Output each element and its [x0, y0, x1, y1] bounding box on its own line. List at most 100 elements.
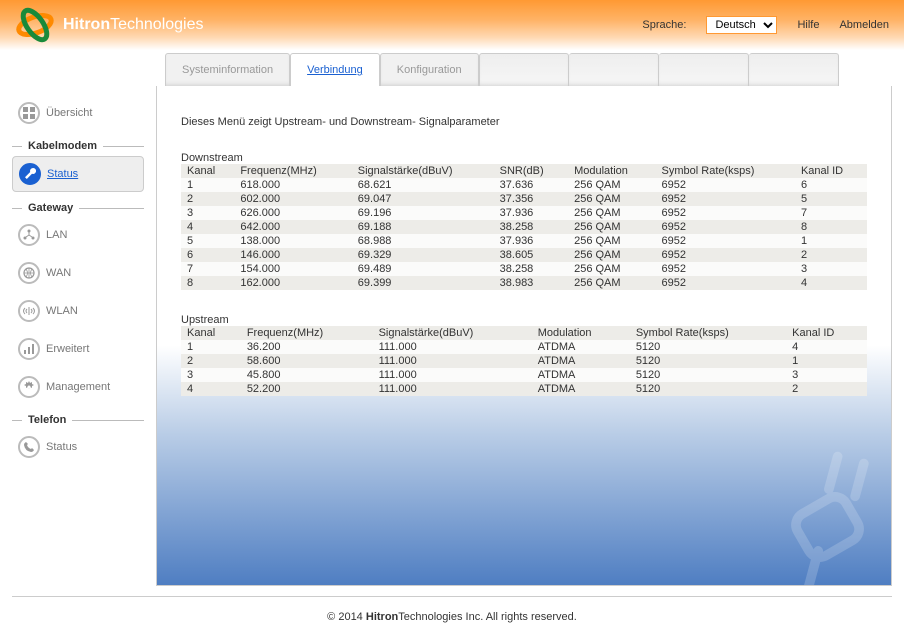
- table-cell: 5120: [630, 354, 786, 368]
- table-row: 2602.00069.04737.356256 QAM69525: [181, 192, 867, 206]
- network-icon: [18, 224, 40, 246]
- table-cell: 1: [181, 178, 234, 192]
- table-cell: 6952: [656, 192, 795, 206]
- tabs: Systeminformation Verbindung Konfigurati…: [165, 53, 839, 86]
- table-cell: 5: [181, 234, 234, 248]
- chart-icon: [18, 338, 40, 360]
- sidebar-item-label: Management: [46, 381, 110, 393]
- sidebar-item-lan[interactable]: LAN: [12, 218, 144, 252]
- tab-configuration[interactable]: Konfiguration: [380, 53, 479, 86]
- column-header: Symbol Rate(ksps): [656, 164, 795, 178]
- tab-connection[interactable]: Verbindung: [290, 53, 380, 86]
- table-cell: 6952: [656, 234, 795, 248]
- table-cell: 69.329: [352, 248, 494, 262]
- upstream-title: Upstream: [181, 314, 867, 326]
- table-cell: 68.621: [352, 178, 494, 192]
- table-cell: 7: [795, 206, 867, 220]
- table-cell: 154.000: [234, 262, 351, 276]
- sidebar-item-label: Erweitert: [46, 343, 89, 355]
- table-cell: 2: [795, 248, 867, 262]
- sidebar-item-status[interactable]: Status: [12, 156, 144, 192]
- logout-link[interactable]: Abmelden: [839, 19, 889, 31]
- brand-text: HitronTechnologies: [63, 16, 204, 34]
- table-row: 258.600111.000ATDMA51201: [181, 354, 867, 368]
- table-cell: 5120: [630, 382, 786, 396]
- table-cell: 256 QAM: [568, 192, 655, 206]
- sidebar-item-advanced[interactable]: Erweitert: [12, 332, 144, 366]
- sidebar-item-label: Status: [46, 441, 77, 453]
- table-cell: 146.000: [234, 248, 351, 262]
- column-header: SNR(dB): [494, 164, 568, 178]
- table-cell: 626.000: [234, 206, 351, 220]
- downstream-title: Downstream: [181, 152, 867, 164]
- sidebar-item-label: WLAN: [46, 305, 78, 317]
- sidebar-item-wlan[interactable]: WLAN: [12, 294, 144, 328]
- tab-spacer: [659, 53, 749, 86]
- wifi-icon: [18, 300, 40, 322]
- sidebar-item-label: Status: [47, 168, 78, 180]
- tab-spacer: [569, 53, 659, 86]
- grid-icon: [18, 102, 40, 124]
- table-cell: 7: [181, 262, 234, 276]
- column-header: Frequenz(MHz): [241, 326, 373, 340]
- globe-icon: [18, 262, 40, 284]
- sidebar-item-wan[interactable]: WAN: [12, 256, 144, 290]
- language-label: Sprache:: [642, 19, 686, 31]
- table-cell: 111.000: [373, 340, 532, 354]
- table-row: 345.800111.000ATDMA51203: [181, 368, 867, 382]
- sidebar-section-modem: Kabelmodem: [12, 140, 144, 152]
- table-row: 6146.00069.32938.605256 QAM69522: [181, 248, 867, 262]
- table-row: 7154.00069.48938.258256 QAM69523: [181, 262, 867, 276]
- table-cell: 642.000: [234, 220, 351, 234]
- table-cell: 6952: [656, 248, 795, 262]
- table-cell: ATDMA: [532, 354, 630, 368]
- table-cell: 38.983: [494, 276, 568, 290]
- sidebar-section-label: Gateway: [28, 202, 73, 214]
- page-description: Dieses Menü zeigt Upstream- und Downstre…: [181, 116, 867, 128]
- table-cell: 111.000: [373, 354, 532, 368]
- column-header: Signalstärke(dBuV): [373, 326, 532, 340]
- tab-spacer: [479, 53, 569, 86]
- table-cell: 618.000: [234, 178, 351, 192]
- table-cell: 2: [786, 382, 867, 396]
- main-panel: Dieses Menü zeigt Upstream- und Downstre…: [156, 86, 892, 586]
- language-select[interactable]: Deutsch: [706, 16, 777, 34]
- table-row: 8162.00069.39938.983256 QAM69524: [181, 276, 867, 290]
- sidebar-section-label: Kabelmodem: [28, 140, 97, 152]
- table-cell: 4: [795, 276, 867, 290]
- header: HitronTechnologies Sprache: Deutsch Hilf…: [0, 0, 904, 50]
- table-cell: 256 QAM: [568, 206, 655, 220]
- logo-icon: [15, 7, 55, 43]
- sidebar-item-overview[interactable]: Übersicht: [12, 96, 144, 130]
- table-cell: 69.047: [352, 192, 494, 206]
- table-cell: 3: [786, 368, 867, 382]
- table-cell: 5120: [630, 368, 786, 382]
- column-header: Kanal: [181, 326, 241, 340]
- column-header: Modulation: [568, 164, 655, 178]
- table-cell: 111.000: [373, 382, 532, 396]
- table-cell: 37.356: [494, 192, 568, 206]
- tab-systeminfo[interactable]: Systeminformation: [165, 53, 290, 86]
- table-cell: 6952: [656, 178, 795, 192]
- sidebar-item-management[interactable]: Management: [12, 370, 144, 404]
- downstream-table: KanalFrequenz(MHz)Signalstärke(dBuV)SNR(…: [181, 164, 867, 290]
- sidebar-item-label: Übersicht: [46, 107, 92, 119]
- logo: HitronTechnologies: [15, 7, 204, 43]
- table-cell: ATDMA: [532, 340, 630, 354]
- table-cell: 37.936: [494, 234, 568, 248]
- table-cell: 256 QAM: [568, 276, 655, 290]
- table-cell: ATDMA: [532, 382, 630, 396]
- table-cell: 37.936: [494, 206, 568, 220]
- table-cell: 3: [181, 206, 234, 220]
- table-cell: 6952: [656, 206, 795, 220]
- plug-watermark-icon: [751, 445, 892, 586]
- help-link[interactable]: Hilfe: [797, 19, 819, 31]
- sidebar: Übersicht Kabelmodem Status Gateway LAN …: [0, 86, 150, 596]
- table-cell: 5120: [630, 340, 786, 354]
- sidebar-item-phone-status[interactable]: Status: [12, 430, 144, 464]
- table-cell: 6: [795, 178, 867, 192]
- table-cell: 52.200: [241, 382, 373, 396]
- table-cell: 256 QAM: [568, 178, 655, 192]
- table-row: 4642.00069.18838.258256 QAM69528: [181, 220, 867, 234]
- sidebar-item-label: WAN: [46, 267, 71, 279]
